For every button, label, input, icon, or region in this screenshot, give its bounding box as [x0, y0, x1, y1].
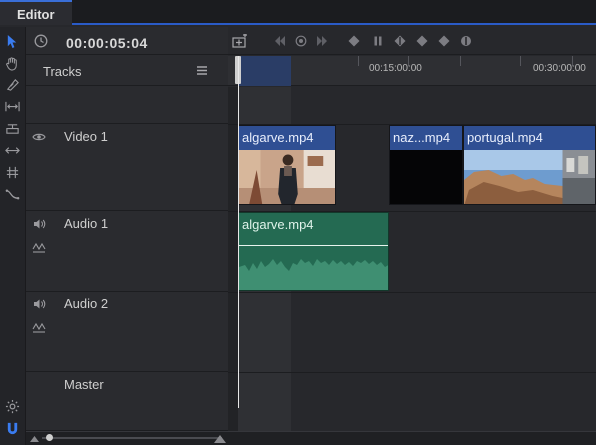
timeline-gutter [228, 87, 238, 431]
track-header-master[interactable]: Master [26, 373, 228, 431]
add-marker-icon[interactable] [295, 35, 307, 47]
zoom-bar [26, 431, 596, 445]
keyframe-prev-icon[interactable] [394, 35, 406, 47]
track-header-audio-2[interactable]: Audio 2 [26, 293, 228, 372]
clip-title: naz...mp4 [390, 126, 462, 150]
playhead-line[interactable] [238, 56, 239, 408]
magnet-icon[interactable] [3, 419, 21, 437]
clip-title: algarve.mp4 [242, 217, 314, 232]
ruler-tick [520, 56, 521, 66]
clock-icon [34, 34, 48, 48]
track-name: Audio 2 [64, 296, 109, 311]
clip-title: algarve.mp4 [239, 126, 335, 150]
track-name: Audio 1 [64, 216, 109, 231]
tracks-label: Tracks [43, 64, 82, 79]
lane-separator [228, 292, 596, 293]
previous-marker-icon[interactable] [274, 35, 286, 47]
audio-clip[interactable]: algarve.mp4 [238, 212, 389, 291]
editor-window: Editor 00:00:05:04 Tracks Video 1 Audio … [0, 0, 596, 445]
keyframe-next-icon[interactable] [438, 35, 450, 47]
audio-waveform [239, 259, 388, 290]
razor-tool-icon[interactable] [3, 75, 21, 93]
curve-tool-icon[interactable] [3, 185, 21, 203]
pointer-tool-icon[interactable] [3, 32, 21, 50]
zoom-out-icon[interactable] [30, 435, 39, 442]
video-clip[interactable]: naz...mp4 [389, 125, 463, 205]
keyframe-add-icon[interactable] [416, 35, 428, 47]
ruler-label: 00:30:00:00 [533, 63, 586, 74]
slip-tool-icon[interactable] [3, 163, 21, 181]
speaker-icon[interactable] [32, 217, 46, 231]
clip-thumbnail [390, 150, 462, 204]
stretch-tool-icon[interactable] [3, 119, 21, 137]
keyframe-remove-icon[interactable] [460, 35, 472, 47]
timecode-row: 00:00:05:04 [26, 27, 228, 55]
zoom-slider-knob[interactable] [46, 434, 53, 441]
keyframe-hold-icon[interactable] [372, 35, 384, 47]
video-clip[interactable]: algarve.mp4 [238, 125, 336, 205]
slide-tool-icon[interactable] [3, 141, 21, 159]
gear-icon[interactable] [3, 397, 21, 415]
tracks-header: Tracks [26, 56, 228, 86]
clip-title: portugal.mp4 [464, 126, 595, 150]
timeline-area[interactable]: algarve.mp4 naz...mp4 portugal.mp4 algar… [228, 87, 596, 431]
ripple-tool-icon[interactable] [3, 97, 21, 115]
tool-strip [0, 27, 26, 445]
volume-line[interactable] [239, 245, 388, 246]
track-header-audio-1[interactable]: Audio 1 [26, 212, 228, 292]
waveform-toggle-icon[interactable] [32, 320, 46, 334]
waveform-toggle-icon[interactable] [32, 240, 46, 254]
clip-thumbnail [464, 150, 595, 204]
timeline-toolbar [228, 27, 596, 55]
speaker-icon[interactable] [32, 297, 46, 311]
track-name: Video 1 [64, 129, 108, 144]
keyframe-diamond-icon[interactable] [348, 35, 360, 47]
ruler-selection-range[interactable] [238, 56, 291, 86]
ruler-label: 00:15:00:00 [369, 63, 422, 74]
hamburger-menu-icon[interactable] [196, 65, 208, 76]
add-track-icon[interactable] [232, 34, 248, 48]
zoom-slider-track[interactable] [42, 437, 222, 439]
tab-editor[interactable]: Editor [0, 0, 72, 25]
hand-tool-icon[interactable] [3, 54, 21, 72]
ruler-tick [358, 56, 359, 66]
track-name: Master [64, 377, 104, 392]
timecode-display[interactable]: 00:00:05:04 [66, 35, 148, 51]
header-spacer [26, 87, 228, 124]
eye-icon[interactable] [32, 130, 46, 144]
video-clip[interactable]: portugal.mp4 [463, 125, 596, 205]
ruler-tick [460, 56, 461, 66]
time-ruler[interactable]: 00:15:00:00 00:30:00:00 [228, 56, 596, 86]
tab-bar: Editor [0, 0, 596, 25]
next-marker-icon[interactable] [316, 35, 328, 47]
lane-separator [228, 372, 596, 373]
track-header-video-1[interactable]: Video 1 [26, 125, 228, 211]
zoom-in-icon[interactable] [214, 434, 226, 443]
clip-thumbnail [239, 150, 335, 204]
